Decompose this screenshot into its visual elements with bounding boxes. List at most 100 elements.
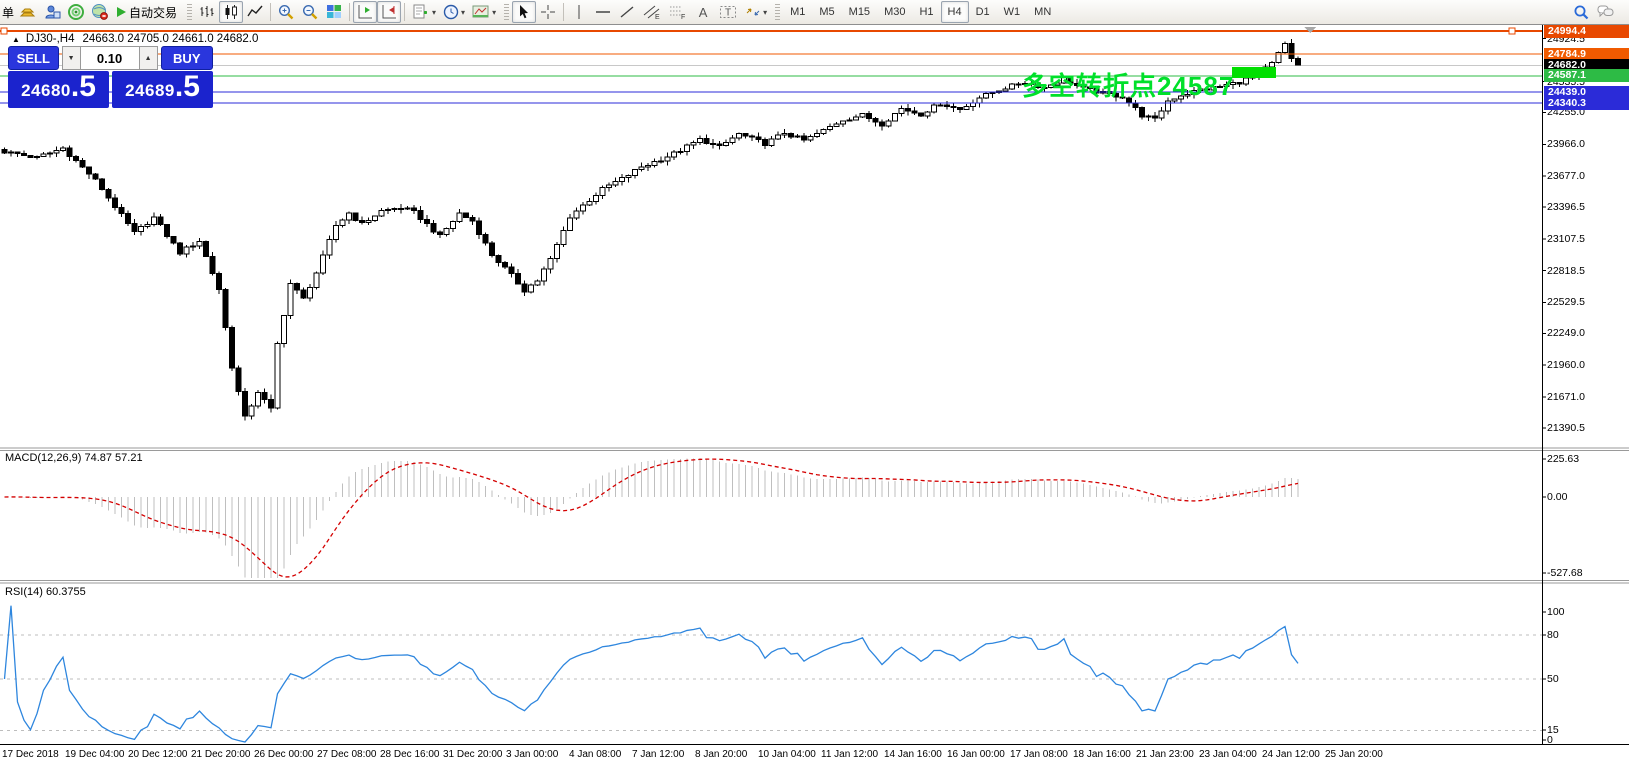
- buy-price-display[interactable]: 24689.5: [112, 71, 213, 108]
- chart-canvas[interactable]: [0, 0, 1629, 770]
- sell-price-display[interactable]: 24680.5: [8, 71, 109, 108]
- time-axis-label: 7 Jan 12:00: [632, 749, 684, 760]
- chart-title-row: ▲DJ30-,H424663.0 24705.0 24661.0 24682.0: [12, 33, 258, 45]
- price-tick-label: 23677.0: [1547, 171, 1585, 182]
- chevron-down-icon: ▾: [461, 8, 465, 17]
- price-line-badge: 24994.4: [1544, 25, 1629, 38]
- chat-icon[interactable]: [1593, 1, 1619, 23]
- horizontal-line-tool-icon[interactable]: [591, 1, 615, 23]
- sell-price-main: 24680: [21, 81, 71, 101]
- autotrade-label: 自动交易: [129, 4, 177, 21]
- volume-field[interactable]: 0.10: [81, 46, 139, 70]
- vertical-line-tool-icon[interactable]: [567, 1, 591, 23]
- macd-axis-label: 225.63: [1547, 454, 1579, 465]
- template-icon[interactable]: ▾: [468, 1, 499, 23]
- price-tick-label: 21671.0: [1547, 392, 1585, 403]
- tf-h1-button[interactable]: H1: [912, 1, 940, 23]
- new-order-icon[interactable]: ▾: [408, 1, 439, 23]
- tf-m15-button[interactable]: M15: [842, 1, 877, 23]
- tile-windows-icon[interactable]: [322, 1, 346, 23]
- svg-text:T: T: [725, 8, 731, 19]
- auto-scroll-icon[interactable]: [377, 1, 401, 23]
- bar-chart-mode-icon[interactable]: [195, 1, 219, 23]
- time-axis-label: 21 Dec 20:00: [191, 749, 251, 760]
- tf-m5-button[interactable]: M5: [812, 1, 841, 23]
- buy-button[interactable]: BUY: [161, 46, 213, 70]
- toolbar-drag-handle[interactable]: [775, 4, 780, 20]
- symbol-period-label: DJ30-,H4: [26, 33, 75, 45]
- fibonacci-tool-icon[interactable]: F: [665, 1, 691, 23]
- market-globe-icon[interactable]: [88, 1, 112, 23]
- macd-axis-label: -527.68: [1547, 568, 1583, 579]
- one-click-trading-panel: SELL ▼ 0.10 ▲ BUY 24680.5 24689.5: [8, 46, 213, 108]
- toolbar-drag-handle[interactable]: [187, 4, 192, 20]
- gold-bars-icon[interactable]: [16, 1, 40, 23]
- tf-m30-button[interactable]: M30: [877, 1, 912, 23]
- toolbar: 单 自动交易: [0, 0, 1629, 25]
- new-order-label[interactable]: 单: [2, 4, 14, 21]
- price-tick-label: 23396.5: [1547, 202, 1585, 213]
- tf-mn-button[interactable]: MN: [1027, 1, 1058, 23]
- line-chart-mode-icon[interactable]: [243, 1, 267, 23]
- price-tick-label: 22249.0: [1547, 328, 1585, 339]
- tf-d1-button[interactable]: D1: [969, 1, 997, 23]
- macd-indicator-label: MACD(12,26,9) 74.87 57.21: [5, 452, 143, 464]
- sell-price-frac: .5: [71, 72, 96, 102]
- candle-chart-mode-icon[interactable]: [219, 1, 243, 23]
- svg-text:E: E: [655, 14, 660, 21]
- time-axis-label: 19 Dec 04:00: [65, 749, 125, 760]
- price-tick-label: 21390.5: [1547, 423, 1585, 434]
- tf-m1-button[interactable]: M1: [783, 1, 812, 23]
- time-axis-label: 11 Jan 12:00: [821, 749, 878, 760]
- volume-stepper: ▼ 0.10 ▲: [62, 46, 158, 70]
- trendline-tool-icon[interactable]: [615, 1, 639, 23]
- collapse-triangle-icon[interactable]: ▲: [12, 35, 20, 44]
- period-clock-icon[interactable]: ▾: [439, 1, 468, 23]
- tf-w1-button[interactable]: W1: [997, 1, 1028, 23]
- equidistant-channel-tool-icon[interactable]: E: [639, 1, 665, 23]
- price-line-badge: 24340.3: [1544, 97, 1629, 110]
- toolbar-separator: [349, 3, 350, 21]
- zoom-in-icon[interactable]: [274, 1, 298, 23]
- price-tick-label: 23966.0: [1547, 139, 1585, 150]
- cursor-tool-icon[interactable]: [512, 1, 536, 23]
- autotrade-button[interactable]: 自动交易: [112, 1, 182, 23]
- chart-shift-icon[interactable]: [353, 1, 377, 23]
- toolbar-drag-handle[interactable]: [504, 4, 509, 20]
- text-label-tool-icon[interactable]: T: [715, 1, 741, 23]
- time-axis-label: 20 Dec 12:00: [128, 749, 188, 760]
- sell-button[interactable]: SELL: [8, 46, 59, 70]
- tf-h4-button[interactable]: H4: [941, 1, 969, 23]
- chevron-down-icon: ▾: [763, 8, 767, 17]
- rsi-axis-label: 0: [1547, 735, 1553, 746]
- toolbar-right-group: [1569, 1, 1619, 23]
- time-axis-label: 14 Jan 16:00: [884, 749, 942, 760]
- time-axis-label: 4 Jan 08:00: [569, 749, 621, 760]
- time-axis-label: 8 Jan 20:00: [695, 749, 747, 760]
- rsi-axis-label: 100: [1547, 607, 1565, 618]
- rsi-axis-label: 80: [1547, 630, 1559, 641]
- time-axis-label: 31 Dec 20:00: [443, 749, 503, 760]
- shapes-tool-icon[interactable]: ▾: [741, 1, 770, 23]
- text-tool-icon[interactable]: A: [691, 1, 715, 23]
- buy-price-main: 24689: [125, 81, 175, 101]
- toolbar-separator: [404, 3, 405, 21]
- time-axis-label: 26 Dec 00:00: [254, 749, 314, 760]
- time-axis-label: 16 Jan 00:00: [947, 749, 1005, 760]
- chart-text-annotation[interactable]: 多空转折点24587: [1022, 66, 1234, 103]
- time-axis-label: 24 Jan 12:00: [1262, 749, 1320, 760]
- profile-icon[interactable]: [40, 1, 64, 23]
- crosshair-tool-icon[interactable]: [536, 1, 560, 23]
- signals-icon[interactable]: [64, 1, 88, 23]
- toolbar-separator: [563, 3, 564, 21]
- time-axis-label: 18 Jan 16:00: [1073, 749, 1131, 760]
- time-axis-label: 10 Jan 04:00: [758, 749, 816, 760]
- time-axis-label: 17 Dec 2018: [2, 749, 59, 760]
- search-icon[interactable]: [1569, 1, 1593, 23]
- zoom-out-icon[interactable]: [298, 1, 322, 23]
- volume-increase-button[interactable]: ▲: [139, 46, 158, 70]
- rsi-indicator-label: RSI(14) 60.3755: [5, 586, 86, 598]
- volume-decrease-button[interactable]: ▼: [62, 46, 81, 70]
- price-tick-label: 21960.0: [1547, 360, 1585, 371]
- macd-axis-label: 0.00: [1547, 492, 1567, 503]
